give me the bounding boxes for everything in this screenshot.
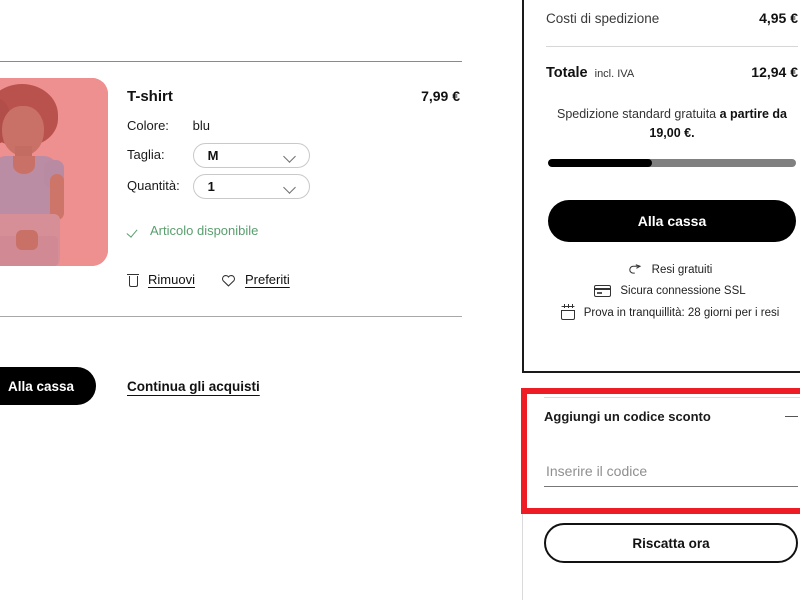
trust-badge-returns-label: Resi gratuiti xyxy=(651,264,713,276)
minus-icon[interactable] xyxy=(785,415,798,418)
free-shipping-note: Spedizione standard gratuita a partire d… xyxy=(546,105,798,144)
product-thumbnail[interactable] xyxy=(0,78,108,266)
shopping-cart-page: T-shirt 7,99 € Colore: blu Taglia: M Qua… xyxy=(0,0,800,600)
shipping-cost-row: Costi di spedizione 4,95 € xyxy=(546,10,798,26)
total-value: 12,94 € xyxy=(751,64,798,80)
free-shipping-prefix: Spedizione standard gratuita xyxy=(556,107,720,121)
availability-label: Articolo disponibile xyxy=(150,223,259,238)
product-attribute-size: Taglia: M xyxy=(127,143,310,168)
chevron-down-icon xyxy=(284,152,297,160)
return-arrow-icon xyxy=(628,264,643,276)
quantity-select[interactable]: 1 xyxy=(192,174,310,199)
continue-shopping-link[interactable]: Continua gli acquisti xyxy=(127,379,260,394)
discount-code-input[interactable] xyxy=(544,463,798,487)
total-label: Totale xyxy=(546,65,588,81)
quantity-label: Quantità: xyxy=(127,177,180,193)
discount-code-header-label: Aggiungi un codice sconto xyxy=(544,409,711,424)
discount-code-toggle[interactable]: Aggiungi un codice sconto xyxy=(544,409,798,424)
product-thumbnail-art xyxy=(0,78,108,266)
credit-card-icon xyxy=(594,285,612,297)
discount-left-divider xyxy=(522,513,523,600)
trash-icon xyxy=(127,273,139,287)
discount-code-section: Aggiungi un codice sconto Riscatta ora xyxy=(522,389,800,600)
top-divider xyxy=(0,61,462,62)
trust-badge-ssl: Sicura connessione SSL xyxy=(538,285,800,297)
item-actions: Rimuovi Preferiti xyxy=(127,272,290,287)
cart-bottom-divider xyxy=(0,316,462,317)
size-select-value: M xyxy=(207,148,219,163)
color-value: blu xyxy=(192,118,210,133)
thumbnail-pink-overlay xyxy=(0,78,108,266)
trust-badges: Resi gratuiti Sicura connessione SSL Pro… xyxy=(538,264,800,329)
product-attribute-color: Colore: blu xyxy=(127,118,210,133)
shipping-cost-value: 4,95 € xyxy=(759,10,798,26)
color-label: Colore: xyxy=(127,118,169,133)
trust-badge-ssl-label: Sicura connessione SSL xyxy=(620,285,746,297)
check-icon xyxy=(129,226,142,236)
heart-icon xyxy=(221,273,236,287)
checkout-button[interactable]: Alla cassa xyxy=(548,200,796,242)
redeem-code-button[interactable]: Riscatta ora xyxy=(544,523,798,563)
add-to-wishlist-button[interactable]: Preferiti xyxy=(221,272,290,287)
remove-item-label: Rimuovi xyxy=(148,272,195,287)
calendar-icon xyxy=(560,304,575,320)
discount-top-divider xyxy=(544,397,800,398)
free-shipping-progress-fill xyxy=(548,159,653,167)
size-label: Taglia: xyxy=(127,146,165,162)
summary-divider xyxy=(546,46,798,47)
shipping-cost-label: Costi di spedizione xyxy=(546,11,660,26)
cart-items-column: T-shirt 7,99 € Colore: blu Taglia: M Qua… xyxy=(0,0,520,600)
product-title: T-shirt xyxy=(127,88,173,105)
trust-badge-returns: Resi gratuiti xyxy=(538,264,800,276)
order-summary-card: Costi di spedizione 4,95 € Totale incl. I… xyxy=(522,0,800,373)
chevron-down-icon xyxy=(284,183,297,191)
size-select[interactable]: M xyxy=(192,143,310,168)
trust-badge-trial: Prova in tranquillità: 28 giorni per i r… xyxy=(538,304,800,320)
product-attribute-quantity: Quantità: 1 xyxy=(127,174,310,199)
product-price: 7,99 € xyxy=(421,88,460,104)
total-label-group: Totale incl. IVA xyxy=(546,64,634,82)
quantity-select-value: 1 xyxy=(207,179,215,194)
free-shipping-progress-bar xyxy=(548,159,796,167)
remove-item-button[interactable]: Rimuovi xyxy=(127,272,195,287)
total-row: Totale incl. IVA 12,94 € xyxy=(546,64,798,82)
wishlist-label: Preferiti xyxy=(244,272,290,287)
discount-code-field xyxy=(544,463,798,487)
checkout-button-left[interactable]: Alla cassa xyxy=(0,367,96,405)
availability-status: Articolo disponibile xyxy=(129,223,258,238)
total-vat-note: incl. IVA xyxy=(594,68,635,80)
trust-badge-trial-label: Prova in tranquillità: 28 giorni per i r… xyxy=(583,307,780,319)
